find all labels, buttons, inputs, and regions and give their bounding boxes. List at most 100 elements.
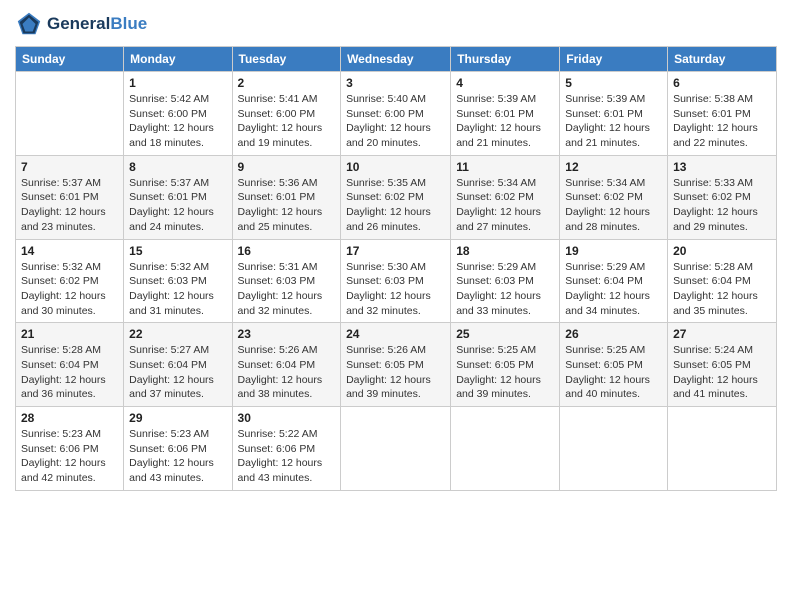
calendar-cell: 13Sunrise: 5:33 AM Sunset: 6:02 PM Dayli… [668, 155, 777, 239]
week-row-3: 14 Sunrise: 5:32 AM Sunset: 6:02 PM Dayli… [16, 239, 777, 323]
calendar-cell [451, 407, 560, 491]
day-info: Sunrise: 5:34 AM Sunset: 6:02 PM Dayligh… [456, 176, 554, 235]
day-number: 6 [673, 76, 771, 90]
day-number: 23 [238, 327, 336, 341]
calendar-table: SundayMondayTuesdayWednesdayThursdayFrid… [15, 46, 777, 491]
calendar-cell: 26 Sunrise: 5:25 AM Sunset: 6:05 PM Dayli… [560, 323, 668, 407]
day-info: Sunrise: 5:25 AM Sunset: 6:05 PM Dayligh… [565, 343, 662, 402]
day-number: 20 [673, 244, 771, 258]
day-info: Sunrise: 5:23 AM Sunset: 6:06 PM Dayligh… [129, 427, 226, 486]
calendar-cell [341, 407, 451, 491]
day-info: Sunrise: 5:25 AM Sunset: 6:05 PM Dayligh… [456, 343, 554, 402]
calendar-cell: 5 Sunrise: 5:39 AM Sunset: 6:01 PM Daylig… [560, 72, 668, 156]
day-number: 17 [346, 244, 445, 258]
day-info: Sunrise: 5:30 AM Sunset: 6:03 PM Dayligh… [346, 260, 445, 319]
day-info: Sunrise: 5:26 AM Sunset: 6:05 PM Dayligh… [346, 343, 445, 402]
day-info: Sunrise: 5:42 AM Sunset: 6:00 PM Dayligh… [129, 92, 226, 151]
day-number: 29 [129, 411, 226, 425]
day-info: Sunrise: 5:40 AM Sunset: 6:00 PM Dayligh… [346, 92, 445, 151]
calendar-cell [560, 407, 668, 491]
day-number: 27 [673, 327, 771, 341]
day-info: Sunrise: 5:37 AM Sunset: 6:01 PM Dayligh… [129, 176, 226, 235]
calendar-cell: 22 Sunrise: 5:27 AM Sunset: 6:04 PM Dayli… [124, 323, 232, 407]
weekday-thursday: Thursday [451, 47, 560, 72]
calendar-cell [16, 72, 124, 156]
day-number: 1 [129, 76, 226, 90]
weekday-monday: Monday [124, 47, 232, 72]
calendar-cell [668, 407, 777, 491]
calendar-cell: 8Sunrise: 5:37 AM Sunset: 6:01 PM Daylig… [124, 155, 232, 239]
day-info: Sunrise: 5:38 AM Sunset: 6:01 PM Dayligh… [673, 92, 771, 151]
day-info: Sunrise: 5:36 AM Sunset: 6:01 PM Dayligh… [238, 176, 336, 235]
weekday-wednesday: Wednesday [341, 47, 451, 72]
calendar-cell: 11 Sunrise: 5:34 AM Sunset: 6:02 PM Dayli… [451, 155, 560, 239]
calendar-cell: 14 Sunrise: 5:32 AM Sunset: 6:02 PM Dayli… [16, 239, 124, 323]
day-info: Sunrise: 5:26 AM Sunset: 6:04 PM Dayligh… [238, 343, 336, 402]
calendar-cell: 2 Sunrise: 5:41 AM Sunset: 6:00 PM Daylig… [232, 72, 341, 156]
logo-text: GeneralBlue [47, 14, 147, 34]
calendar-cell: 1 Sunrise: 5:42 AM Sunset: 6:00 PM Daylig… [124, 72, 232, 156]
day-info: Sunrise: 5:34 AM Sunset: 6:02 PM Dayligh… [565, 176, 662, 235]
calendar-cell: 9 Sunrise: 5:36 AM Sunset: 6:01 PM Daylig… [232, 155, 341, 239]
day-info: Sunrise: 5:23 AM Sunset: 6:06 PM Dayligh… [21, 427, 118, 486]
day-number: 24 [346, 327, 445, 341]
week-row-1: 1 Sunrise: 5:42 AM Sunset: 6:00 PM Daylig… [16, 72, 777, 156]
day-info: Sunrise: 5:28 AM Sunset: 6:04 PM Dayligh… [673, 260, 771, 319]
calendar-cell: 25 Sunrise: 5:25 AM Sunset: 6:05 PM Dayli… [451, 323, 560, 407]
day-number: 5 [565, 76, 662, 90]
day-number: 4 [456, 76, 554, 90]
calendar-cell: 3 Sunrise: 5:40 AM Sunset: 6:00 PM Daylig… [341, 72, 451, 156]
day-info: Sunrise: 5:24 AM Sunset: 6:05 PM Dayligh… [673, 343, 771, 402]
day-number: 9 [238, 160, 336, 174]
day-info: Sunrise: 5:22 AM Sunset: 6:06 PM Dayligh… [238, 427, 336, 486]
weekday-tuesday: Tuesday [232, 47, 341, 72]
day-number: 7 [21, 160, 118, 174]
day-info: Sunrise: 5:29 AM Sunset: 6:04 PM Dayligh… [565, 260, 662, 319]
day-number: 12 [565, 160, 662, 174]
weekday-friday: Friday [560, 47, 668, 72]
calendar-cell: 4 Sunrise: 5:39 AM Sunset: 6:01 PM Daylig… [451, 72, 560, 156]
day-number: 11 [456, 160, 554, 174]
weekday-header-row: SundayMondayTuesdayWednesdayThursdayFrid… [16, 47, 777, 72]
day-number: 26 [565, 327, 662, 341]
day-number: 30 [238, 411, 336, 425]
day-number: 28 [21, 411, 118, 425]
day-number: 14 [21, 244, 118, 258]
calendar-cell: 7 Sunrise: 5:37 AM Sunset: 6:01 PM Daylig… [16, 155, 124, 239]
calendar-cell: 10 Sunrise: 5:35 AM Sunset: 6:02 PM Dayli… [341, 155, 451, 239]
calendar-cell: 21 Sunrise: 5:28 AM Sunset: 6:04 PM Dayli… [16, 323, 124, 407]
day-number: 18 [456, 244, 554, 258]
day-info: Sunrise: 5:32 AM Sunset: 6:02 PM Dayligh… [21, 260, 118, 319]
day-number: 3 [346, 76, 445, 90]
day-info: Sunrise: 5:41 AM Sunset: 6:00 PM Dayligh… [238, 92, 336, 151]
logo-icon [15, 10, 43, 38]
day-info: Sunrise: 5:39 AM Sunset: 6:01 PM Dayligh… [565, 92, 662, 151]
day-info: Sunrise: 5:35 AM Sunset: 6:02 PM Dayligh… [346, 176, 445, 235]
day-number: 22 [129, 327, 226, 341]
day-number: 19 [565, 244, 662, 258]
calendar-cell: 6 Sunrise: 5:38 AM Sunset: 6:01 PM Daylig… [668, 72, 777, 156]
day-number: 10 [346, 160, 445, 174]
day-info: Sunrise: 5:37 AM Sunset: 6:01 PM Dayligh… [21, 176, 118, 235]
day-number: 25 [456, 327, 554, 341]
day-number: 15 [129, 244, 226, 258]
day-info: Sunrise: 5:28 AM Sunset: 6:04 PM Dayligh… [21, 343, 118, 402]
day-number: 16 [238, 244, 336, 258]
page: GeneralBlue SundayMondayTuesdayWednesday… [0, 0, 792, 612]
week-row-2: 7 Sunrise: 5:37 AM Sunset: 6:01 PM Daylig… [16, 155, 777, 239]
calendar-cell: 24 Sunrise: 5:26 AM Sunset: 6:05 PM Dayli… [341, 323, 451, 407]
day-number: 2 [238, 76, 336, 90]
calendar-cell: 30 Sunrise: 5:22 AM Sunset: 6:06 PM Dayli… [232, 407, 341, 491]
calendar-cell: 18Sunrise: 5:29 AM Sunset: 6:03 PM Dayli… [451, 239, 560, 323]
weekday-sunday: Sunday [16, 47, 124, 72]
day-info: Sunrise: 5:27 AM Sunset: 6:04 PM Dayligh… [129, 343, 226, 402]
calendar-cell: 27 Sunrise: 5:24 AM Sunset: 6:05 PM Dayli… [668, 323, 777, 407]
day-number: 13 [673, 160, 771, 174]
calendar-cell: 29 Sunrise: 5:23 AM Sunset: 6:06 PM Dayli… [124, 407, 232, 491]
calendar-cell: 28 Sunrise: 5:23 AM Sunset: 6:06 PM Dayli… [16, 407, 124, 491]
header: GeneralBlue [15, 10, 777, 38]
calendar-cell: 23 Sunrise: 5:26 AM Sunset: 6:04 PM Dayli… [232, 323, 341, 407]
day-number: 21 [21, 327, 118, 341]
calendar-cell: 17 Sunrise: 5:30 AM Sunset: 6:03 PM Dayli… [341, 239, 451, 323]
day-info: Sunrise: 5:39 AM Sunset: 6:01 PM Dayligh… [456, 92, 554, 151]
